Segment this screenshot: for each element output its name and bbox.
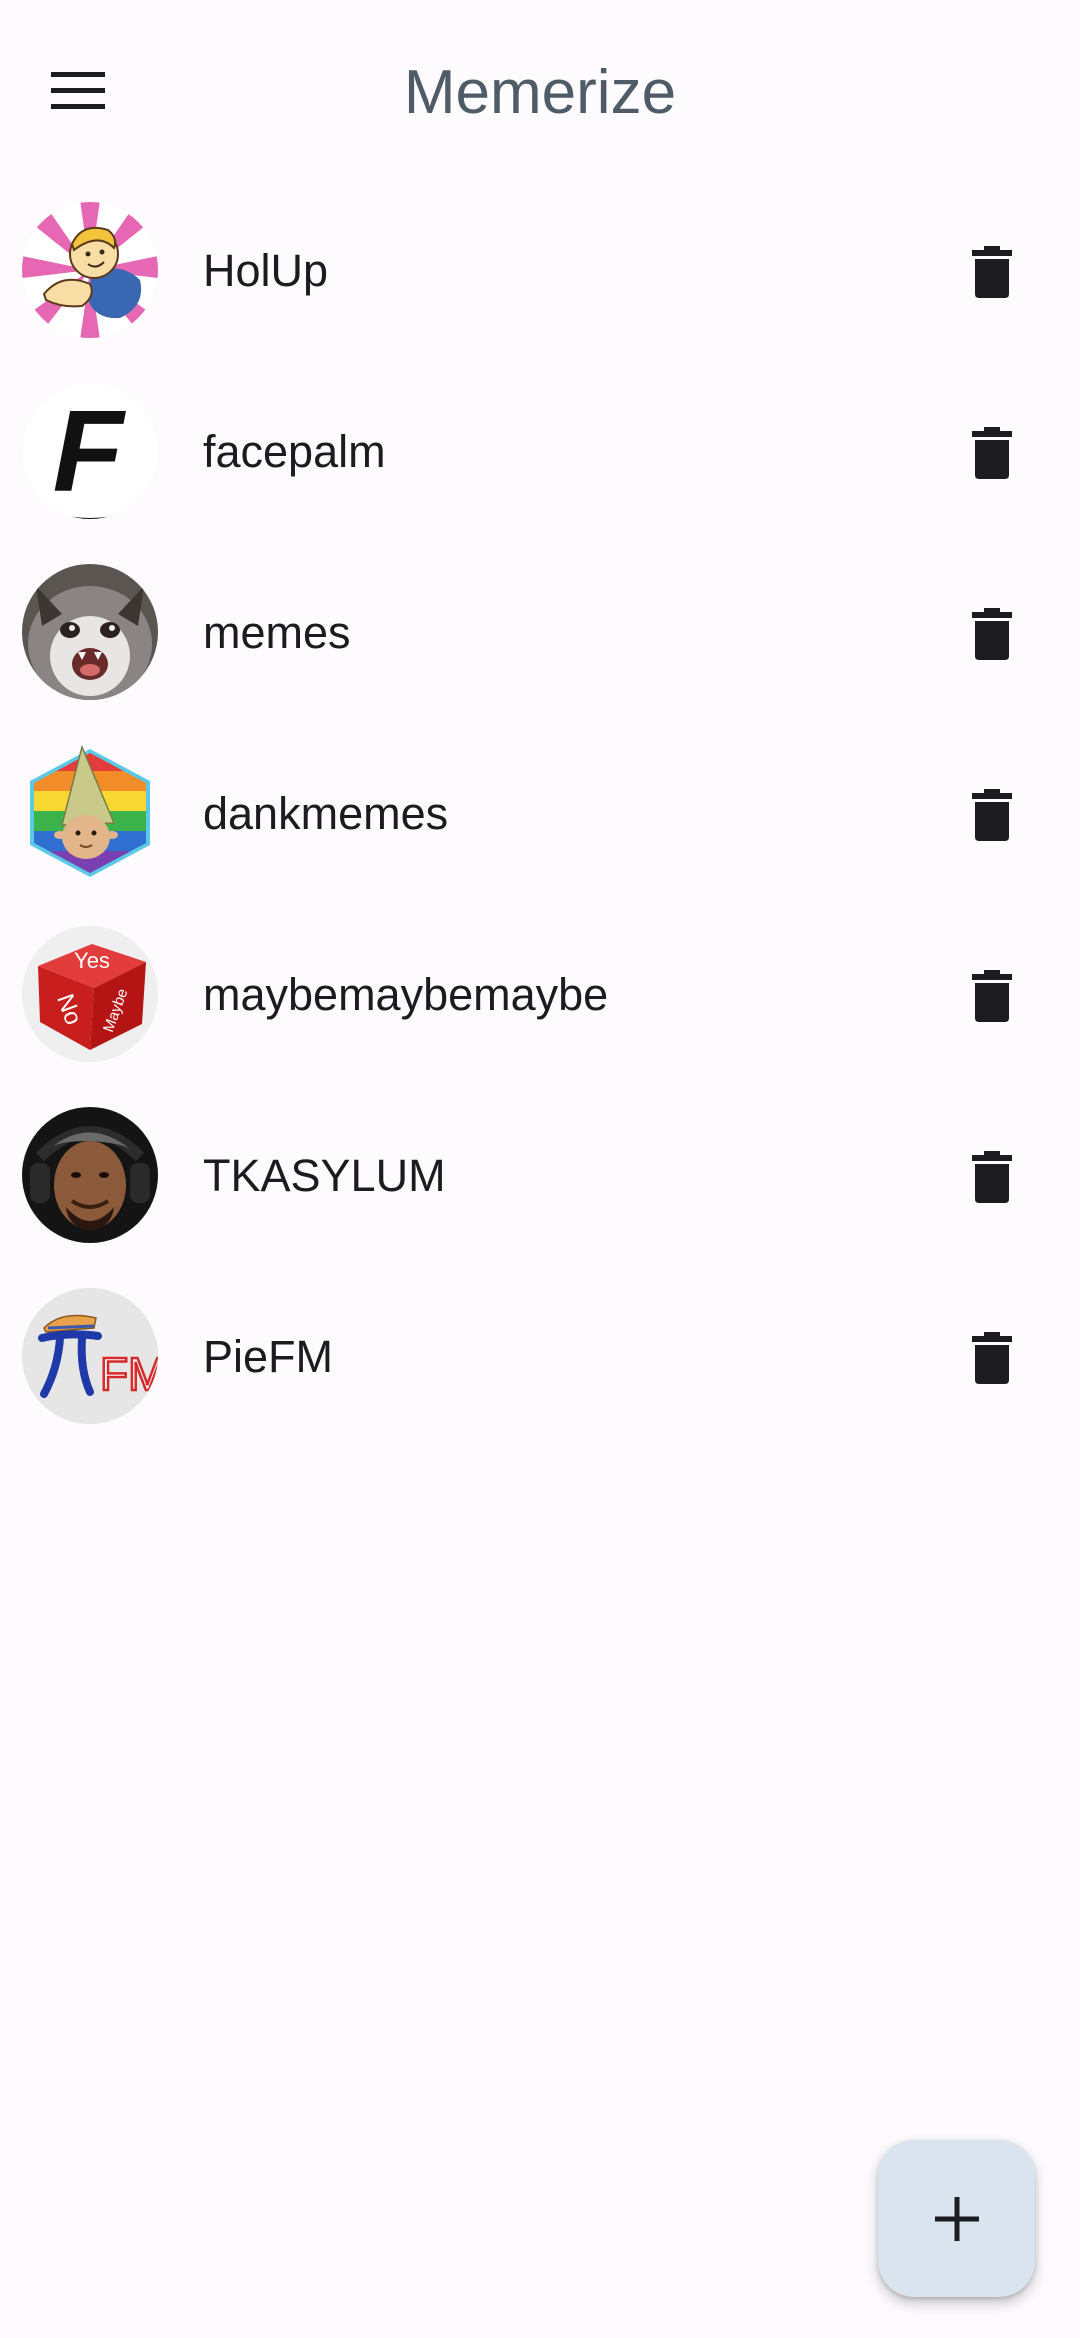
memes-avatar — [22, 564, 158, 700]
trash-icon — [972, 427, 1012, 479]
list-item-name: PieFM — [203, 1331, 334, 1382]
delete-button[interactable] — [950, 230, 1034, 314]
trash-icon — [972, 970, 1012, 1022]
tkasylum-avatar — [22, 1107, 158, 1243]
list-item-name: HolUp — [203, 245, 329, 296]
piefm-avatar: FM — [22, 1288, 158, 1424]
list-item[interactable]: Yes No Maybe maybemaybemaybe — [0, 904, 1080, 1085]
maybemaybemaybe-avatar: Yes No Maybe — [22, 926, 158, 1062]
trash-icon — [972, 789, 1012, 841]
subscription-list: HolUp F facepalm memes dankmemes Yes No … — [0, 180, 1080, 1447]
list-item[interactable]: memes — [0, 542, 1080, 723]
dankmemes-avatar — [22, 745, 158, 881]
trash-icon — [972, 1151, 1012, 1203]
delete-button[interactable] — [950, 411, 1034, 495]
dice-label-yes: Yes — [74, 948, 110, 973]
list-item-name: memes — [203, 607, 351, 658]
page-title: Memerize — [403, 58, 677, 127]
plus-icon — [934, 2196, 979, 2241]
list-item-name: dankmemes — [203, 788, 449, 839]
holup-avatar — [22, 202, 158, 338]
app-bar: Memerize — [0, 0, 1080, 180]
trash-icon — [972, 608, 1012, 660]
list-item-name: maybemaybemaybe — [203, 969, 609, 1020]
list-item-name: facepalm — [203, 426, 386, 477]
delete-button[interactable] — [950, 1135, 1034, 1219]
trash-icon — [972, 246, 1012, 298]
trash-icon — [972, 1332, 1012, 1384]
list-item[interactable]: HolUp — [0, 180, 1080, 361]
list-item[interactable]: dankmemes — [0, 723, 1080, 904]
piefm-logo-text: FM — [100, 1348, 158, 1400]
list-item[interactable]: FM PieFM — [0, 1266, 1080, 1447]
list-item[interactable]: F facepalm — [0, 361, 1080, 542]
delete-button[interactable] — [950, 592, 1034, 676]
facepalm-avatar: F — [22, 383, 158, 519]
delete-button[interactable] — [950, 1316, 1034, 1400]
facepalm-logo-letter: F — [53, 386, 127, 516]
delete-button[interactable] — [950, 954, 1034, 1038]
list-item[interactable]: TKASYLUM — [0, 1085, 1080, 1266]
add-subscription-fab[interactable] — [878, 2140, 1035, 2297]
list-item-name: TKASYLUM — [203, 1150, 446, 1201]
delete-button[interactable] — [950, 773, 1034, 857]
